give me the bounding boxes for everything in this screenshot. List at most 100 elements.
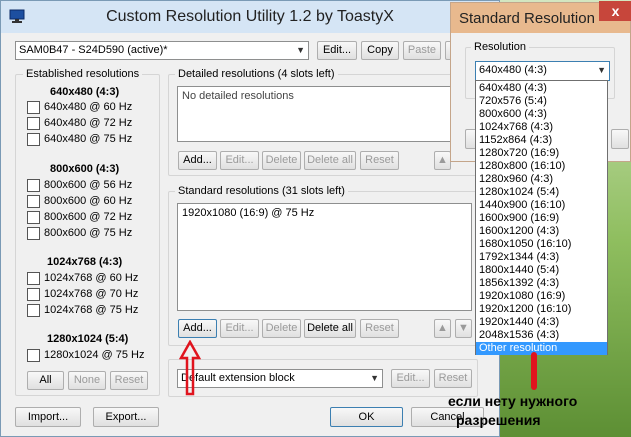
dropdown-option[interactable]: 1280x800 (16:10) (476, 160, 607, 173)
edit-detailed-button[interactable]: Edit... (220, 151, 259, 170)
delete-all-detailed-button[interactable]: Delete all (304, 151, 356, 170)
chevron-down-icon: ▼ (370, 373, 379, 383)
arrow-up-icon: ▲ (437, 322, 448, 334)
dropdown-option[interactable]: Other resolution (476, 342, 607, 355)
all-button[interactable]: All (27, 371, 64, 390)
dropdown-option[interactable]: 640x480 (4:3) (476, 82, 607, 95)
standard-title: Standard resolutions (31 slots left) (175, 185, 348, 197)
add-detailed-button[interactable]: Add... (178, 151, 217, 170)
detailed-list[interactable]: No detailed resolutions (177, 86, 472, 142)
dropdown-option[interactable]: 1920x1200 (16:10) (476, 303, 607, 316)
edit-extension-button[interactable]: Edit... (391, 369, 430, 388)
chevron-down-icon: ▼ (296, 45, 305, 55)
empty-text: No detailed resolutions (182, 90, 294, 102)
extension-select[interactable]: Default extension block ▼ (177, 369, 383, 388)
checkbox[interactable] (27, 179, 40, 192)
chevron-down-icon: ▼ (597, 65, 606, 75)
annotation-text: если нету нужного разрешения (448, 392, 631, 430)
resolution-label: 1024x768 @ 60 Hz (44, 272, 139, 284)
checkbox[interactable] (27, 117, 40, 130)
reset-standard-button[interactable]: Reset (360, 319, 399, 338)
resolution-dropdown-list[interactable]: 640x480 (4:3) 720x576 (5:4) 800x600 (4:3) 1… (475, 80, 608, 355)
list-item[interactable]: 1920x1080 (16:9) @ 75 Hz (182, 207, 314, 219)
detailed-title: Detailed resolutions (4 slots left) (175, 68, 338, 80)
monitor-select-value: SAM0B47 - S24D590 (active)* (19, 44, 168, 56)
delete-all-standard-button[interactable]: Delete all (304, 319, 356, 338)
group-heading: 800x600 (4:3) (50, 163, 120, 175)
dialog-title: Standard Resolution (459, 10, 595, 27)
dropdown-option[interactable]: 1600x1200 (4:3) (476, 225, 607, 238)
checkbox[interactable] (27, 272, 40, 285)
reset-extension-button[interactable]: Reset (434, 369, 472, 388)
move-down-button[interactable]: ▼ (455, 319, 472, 338)
dropdown-option[interactable]: 1680x1050 (16:10) (476, 238, 607, 251)
delete-standard-button[interactable]: Delete (262, 319, 301, 338)
dropdown-option[interactable]: 1152x864 (4:3) (476, 134, 607, 147)
main-window: Custom Resolution Utility 1.2 by ToastyX… (0, 0, 500, 437)
group-heading: 640x480 (4:3) (50, 86, 120, 98)
checkbox[interactable] (27, 195, 40, 208)
group-heading: 1024x768 (4:3) (47, 256, 123, 268)
resolution-select[interactable]: 640x480 (4:3) ▼ (475, 61, 610, 81)
delete-detailed-button[interactable]: Delete (262, 151, 301, 170)
resolution-label: 1280x1024 @ 75 Hz (44, 349, 145, 361)
monitor-select[interactable]: SAM0B47 - S24D590 (active)* ▼ (15, 41, 309, 60)
dropdown-option[interactable]: 1024x768 (4:3) (476, 121, 607, 134)
annotation-line-2: разрешения (456, 412, 541, 428)
resolution-label: 640x480 @ 72 Hz (44, 117, 133, 129)
edit-monitor-button[interactable]: Edit... (317, 41, 357, 60)
dropdown-option[interactable]: 1280x720 (16:9) (476, 147, 607, 160)
checkbox[interactable] (27, 288, 40, 301)
resolution-label: 800x600 @ 60 Hz (44, 195, 133, 207)
checkbox[interactable] (27, 227, 40, 240)
dropdown-option[interactable]: 1440x900 (16:10) (476, 199, 607, 212)
checkbox[interactable] (27, 133, 40, 146)
reset-button[interactable]: Reset (110, 371, 148, 390)
dropdown-option[interactable]: 1856x1392 (4:3) (476, 277, 607, 290)
window-title: Custom Resolution Utility 1.2 by ToastyX (106, 8, 394, 25)
checkbox[interactable] (27, 304, 40, 317)
dropdown-option[interactable]: 1800x1440 (5:4) (476, 264, 607, 277)
dropdown-option[interactable]: 1600x900 (16:9) (476, 212, 607, 225)
import-button[interactable]: Import... (15, 407, 81, 427)
title-bar: Custom Resolution Utility 1.2 by ToastyX (1, 1, 499, 33)
dropdown-option[interactable]: 1920x1080 (16:9) (476, 290, 607, 303)
dropdown-option[interactable]: 800x600 (4:3) (476, 108, 607, 121)
add-standard-button[interactable]: Add... (178, 319, 217, 338)
export-button[interactable]: Export... (93, 407, 159, 427)
dropdown-option[interactable]: 2048x1536 (4:3) (476, 329, 607, 342)
copy-button[interactable]: Copy (361, 41, 399, 60)
close-icon[interactable]: x (599, 1, 631, 21)
resolution-label: 800x600 @ 56 Hz (44, 179, 133, 191)
resolution-label: 1024x768 @ 70 Hz (44, 288, 139, 300)
edit-standard-button[interactable]: Edit... (220, 319, 259, 338)
reset-detailed-button[interactable]: Reset (360, 151, 399, 170)
dropdown-option[interactable]: 1280x960 (4:3) (476, 173, 607, 186)
checkbox[interactable] (27, 211, 40, 224)
resolution-label: Resolution (471, 41, 529, 53)
dropdown-option[interactable]: 1920x1440 (4:3) (476, 316, 607, 329)
red-arrow-down-icon (531, 352, 537, 390)
resolution-select-value: 640x480 (4:3) (479, 64, 547, 76)
resolution-label: 800x600 @ 75 Hz (44, 227, 133, 239)
none-button[interactable]: None (68, 371, 106, 390)
paste-button[interactable]: Paste (403, 41, 441, 60)
group-heading: 1280x1024 (5:4) (47, 333, 129, 345)
move-up-button[interactable]: ▲ (434, 151, 451, 170)
dialog-cancel-button[interactable] (611, 129, 629, 149)
checkbox[interactable] (27, 349, 40, 362)
resolution-label: 640x480 @ 60 Hz (44, 101, 133, 113)
arrow-down-icon: ▼ (458, 322, 469, 334)
dropdown-option[interactable]: 1792x1344 (4:3) (476, 251, 607, 264)
annotation-line-1: если нету нужного (448, 393, 578, 409)
checkbox[interactable] (27, 101, 40, 114)
standard-list[interactable]: 1920x1080 (16:9) @ 75 Hz (177, 203, 472, 311)
resolution-label: 640x480 @ 75 Hz (44, 133, 133, 145)
red-arrow-up-icon (179, 340, 201, 396)
ok-button[interactable]: OK (330, 407, 403, 427)
established-title: Established resolutions (23, 68, 143, 80)
move-up-button[interactable]: ▲ (434, 319, 451, 338)
dropdown-option[interactable]: 720x576 (5:4) (476, 95, 607, 108)
resolution-label: 1024x768 @ 75 Hz (44, 304, 139, 316)
dropdown-option[interactable]: 1280x1024 (5:4) (476, 186, 607, 199)
